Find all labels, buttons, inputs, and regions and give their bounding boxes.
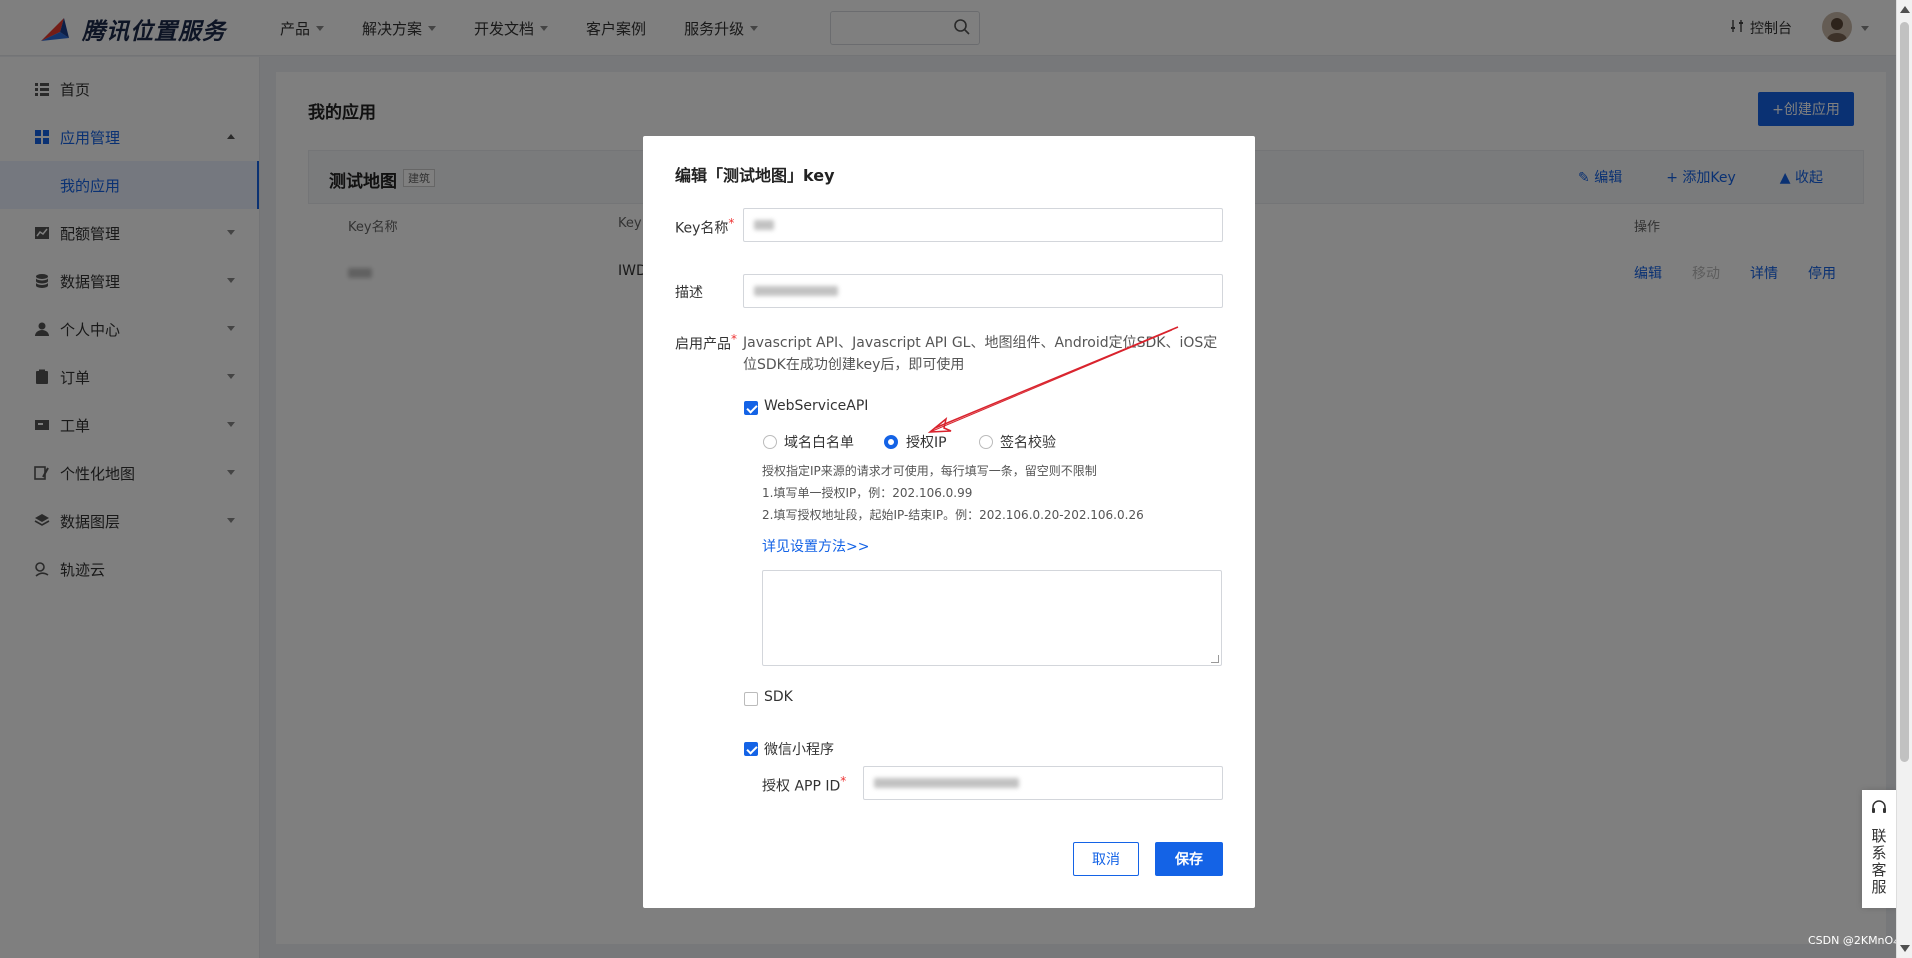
required-mark: *	[728, 216, 735, 230]
ip-hint-single: 1.填写单一授权IP，例：202.106.0.99	[762, 486, 973, 500]
resize-handle[interactable]	[1211, 655, 1219, 663]
webservice-api-checkbox[interactable]	[744, 401, 758, 415]
radio-authorized-ip[interactable]	[884, 435, 898, 449]
radio-authorized-ip-label: 授权IP	[906, 435, 947, 451]
products-label-text: 启用产品	[675, 336, 731, 353]
key-name-label: Key名称*	[675, 216, 734, 238]
webservice-api-label: WebServiceAPI	[764, 398, 869, 414]
cancel-button[interactable]: 取消	[1073, 842, 1139, 876]
key-name-field[interactable]	[743, 208, 1223, 242]
wechat-miniprogram-checkbox[interactable]	[744, 742, 758, 756]
customer-service-label: 联系客服	[1869, 828, 1888, 896]
customer-service-widget[interactable]: 联系客服	[1862, 790, 1896, 908]
required-mark: *	[731, 332, 737, 346]
watermark: CSDN @2KMnO₄	[1808, 934, 1898, 947]
ip-hint-range: 2.填写授权地址段，起始IP-结束IP。例：202.106.0.20-202.1…	[762, 508, 1144, 522]
description-field[interactable]	[743, 274, 1223, 308]
authorized-ip-textarea[interactable]	[762, 570, 1222, 666]
key-name-label-text: Key名称	[675, 220, 729, 237]
dialog-title: 编辑「测试地图」key	[675, 166, 835, 185]
sdk-checkbox[interactable]	[744, 692, 758, 706]
products-description: Javascript API、Javascript API GL、地图组件、An…	[743, 335, 1218, 373]
radio-domain-whitelist-label: 域名白名单	[784, 435, 854, 451]
appid-label: 授权 APP ID*	[762, 774, 846, 796]
wechat-miniprogram-label: 微信小程序	[764, 742, 834, 758]
setup-method-link[interactable]: 详见设置方法>>	[762, 536, 869, 556]
appid-field[interactable]	[863, 766, 1223, 800]
appid-label-text: 授权 APP ID	[762, 778, 841, 795]
required-mark: *	[840, 774, 847, 788]
description-label: 描述	[675, 285, 703, 301]
scrollbar-thumb[interactable]	[1900, 22, 1909, 762]
edit-key-dialog: 编辑「测试地图」key Key名称* 描述 启用产品* Javascript A…	[643, 136, 1255, 908]
products-label: 启用产品*	[675, 332, 737, 354]
page-scrollbar[interactable]	[1896, 0, 1912, 958]
scroll-down-icon[interactable]	[1900, 945, 1910, 952]
sdk-label: SDK	[764, 689, 793, 705]
headset-icon	[1870, 798, 1888, 820]
ip-hint-intro: 授权指定IP来源的请求才可使用，每行填写一条，留空则不限制	[762, 464, 1097, 478]
scroll-up-icon[interactable]	[1900, 6, 1910, 13]
radio-signature-label: 签名校验	[1000, 435, 1056, 451]
radio-signature[interactable]	[979, 435, 993, 449]
radio-domain-whitelist[interactable]	[763, 435, 777, 449]
save-button[interactable]: 保存	[1155, 842, 1223, 876]
